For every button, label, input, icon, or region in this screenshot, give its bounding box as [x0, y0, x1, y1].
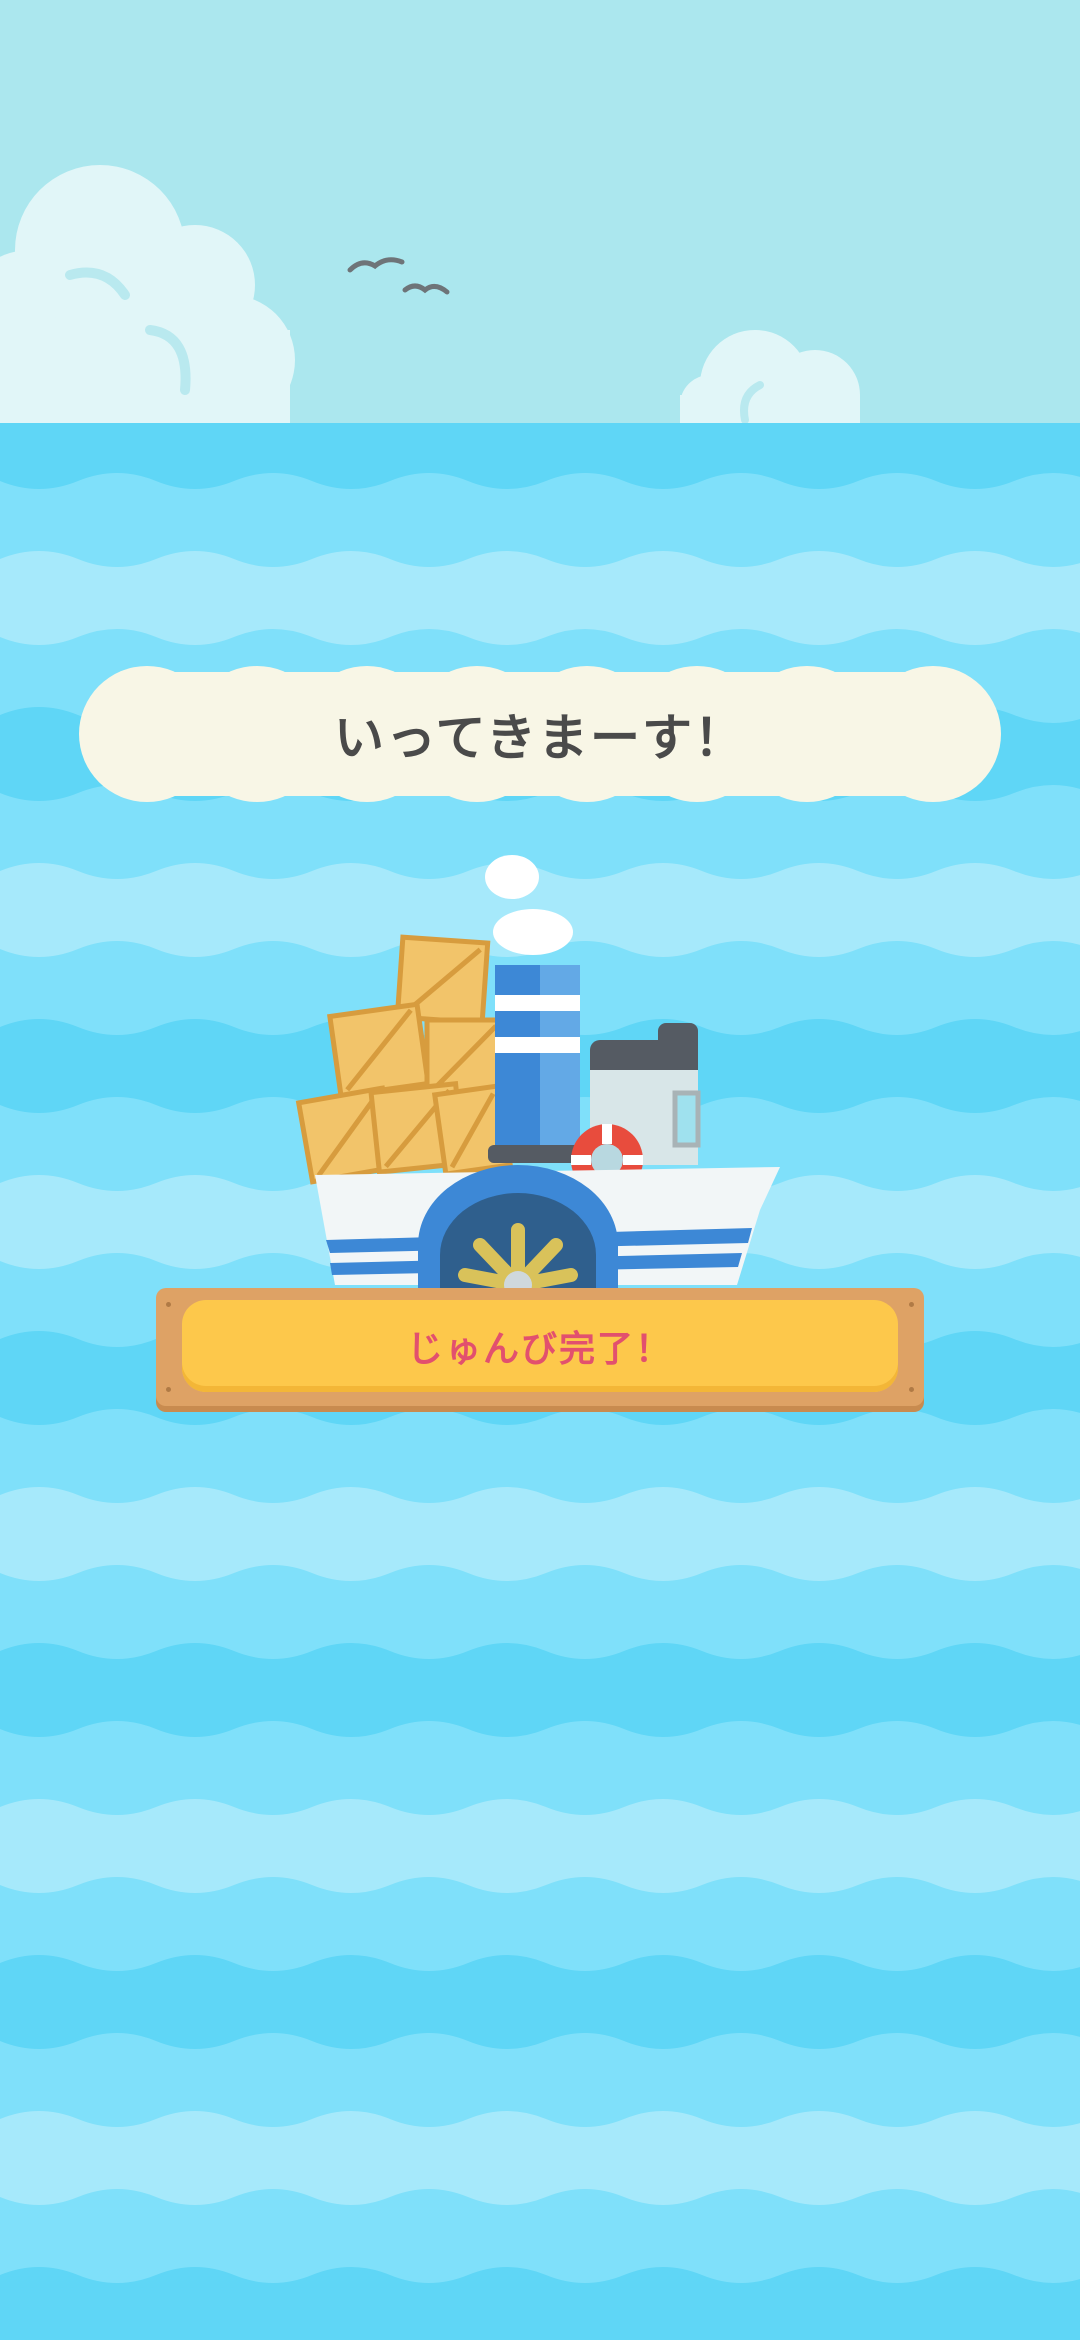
crate-icon: [327, 1001, 431, 1099]
ready-button-label: じゅんび完了！: [406, 1329, 673, 1370]
smoke-puff: [485, 855, 539, 899]
banner-message: いってきまーす！: [334, 709, 746, 767]
wood-bolt: [909, 1302, 914, 1307]
wood-bolt: [166, 1387, 171, 1392]
seagull-icon: [347, 257, 405, 273]
cloud-icon: [680, 330, 860, 423]
sky-scene: [0, 165, 860, 423]
smoke-puff: [493, 909, 573, 955]
cloud-icon: [0, 165, 295, 423]
ready-button[interactable]: じゅんび完了！: [156, 1288, 924, 1406]
seagull-icon: [402, 283, 450, 295]
ready-button-face[interactable]: じゅんび完了！: [182, 1300, 898, 1392]
steamboat-icon: [295, 855, 780, 1295]
wood-bolt: [909, 1387, 914, 1392]
sky-background: [0, 0, 1080, 423]
message-banner: いってきまーす！: [77, 664, 1003, 804]
funnel: [488, 965, 588, 1163]
wood-bolt: [166, 1302, 171, 1307]
